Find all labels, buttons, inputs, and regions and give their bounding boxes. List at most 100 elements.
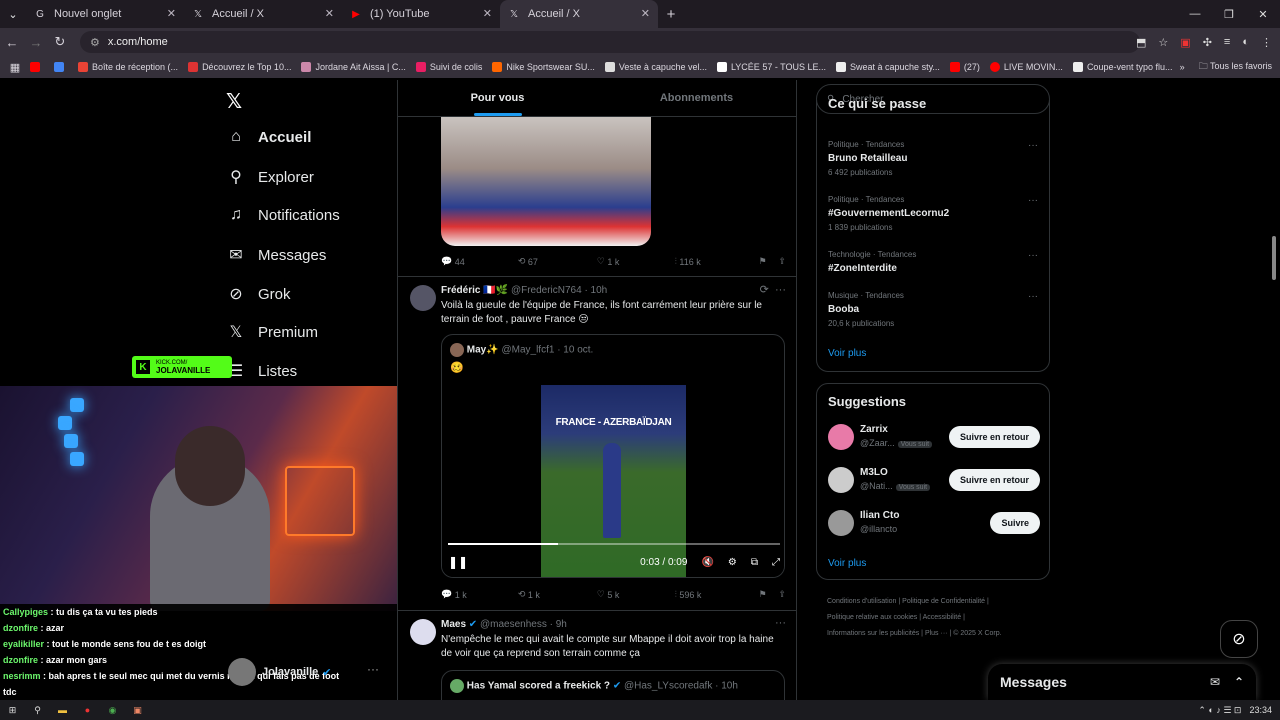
all-bookmarks-folder[interactable]: 🗀 Tous les favoris	[1199, 59, 1272, 75]
menu-icon[interactable]: ⋮	[1261, 36, 1272, 49]
messages-drawer[interactable]: Messages ✉ ⌃	[988, 664, 1256, 700]
bookmark[interactable]: LIVE MOVIN...	[989, 62, 1063, 72]
grok-fab-button[interactable]: ⊘	[1220, 620, 1258, 658]
pip-icon[interactable]: ⧉	[751, 557, 758, 568]
tab-close-icon[interactable]: ✕	[483, 7, 492, 20]
follow-button[interactable]: Suivre	[990, 512, 1040, 534]
install-icon[interactable]: ⬒	[1136, 36, 1146, 49]
sidebar-item-premium[interactable]: 𝕏 Premium	[226, 322, 318, 342]
fullscreen-icon[interactable]: ⤢	[772, 557, 780, 568]
settings-gear-icon[interactable]: ⚙	[728, 557, 737, 568]
footer-link[interactable]: Conditions d'utilisation	[827, 598, 896, 605]
like-button[interactable]: ♡ 1 k	[597, 256, 675, 267]
sidebar-item-home[interactable]: ⌂ Accueil	[226, 128, 311, 146]
sidebar-item-messages[interactable]: ✉ Messages	[226, 245, 326, 265]
restore-icon[interactable]: ❐	[1212, 0, 1246, 28]
more-icon[interactable]: ···	[1028, 250, 1038, 261]
bookmark[interactable]: LYCÉE 57 - TOUS LE...	[716, 62, 826, 72]
media-icon[interactable]: ≡	[1224, 36, 1230, 48]
scrollbar[interactable]	[1272, 236, 1276, 280]
mute-icon[interactable]: 🔇	[701, 557, 713, 568]
show-more-link[interactable]: Voir plus	[828, 348, 866, 359]
more-icon[interactable]: ···	[1028, 140, 1038, 151]
more-icon[interactable]: ···	[1028, 291, 1038, 302]
bookmark[interactable]	[54, 62, 68, 72]
account-switcher[interactable]: Jolavanille ✔ ···	[228, 654, 393, 690]
tab-2[interactable]: ▶ (1) YouTube ✕	[342, 0, 500, 28]
suggestion-item[interactable]: M3LO @Nati... Vous suit Suivre en retour	[828, 467, 1040, 497]
trend-item[interactable]: Technologie · Tendances #ZoneInterdite ···	[828, 250, 1038, 278]
follow-back-button[interactable]: Suivre en retour	[948, 469, 1040, 491]
footer-link[interactable]: Informations sur les publicités	[827, 630, 919, 637]
tab-close-icon[interactable]: ✕	[167, 7, 176, 20]
sidebar-item-explore[interactable]: ⚲ Explorer	[226, 167, 314, 187]
author-handle[interactable]: @FredericN764 · 10h	[511, 285, 607, 296]
trend-item[interactable]: Politique · Tendances Bruno Retailleau 6 4…	[828, 140, 1038, 177]
bookmark[interactable]: Nike Sportswear SU...	[492, 62, 595, 72]
avatar[interactable]	[828, 510, 854, 536]
reply-button[interactable]: 💬 44	[441, 256, 518, 267]
bookmark[interactable]: Boîte de réception (...	[78, 62, 178, 72]
video-progress[interactable]	[448, 543, 780, 545]
suggestion-item[interactable]: Zarrix @Zaar... Vous suit Suivre en retour	[828, 424, 1040, 454]
sidebar-item-lists[interactable]: ☰ Listes	[226, 361, 297, 381]
bookmark[interactable]: Sweat à capuche sty...	[836, 62, 940, 72]
sidebar-item-grok[interactable]: ⊘ Grok	[226, 284, 290, 304]
clock[interactable]: 23:34	[1249, 705, 1272, 715]
follow-back-button[interactable]: Suivre en retour	[948, 426, 1040, 448]
bookmark[interactable]	[30, 62, 44, 72]
quoted-post[interactable]: Has Yamal scored a freekick ? ✔ @Has_LYs…	[441, 670, 785, 700]
sidebar-item-notifications[interactable]: ♫ Notifications	[226, 206, 340, 224]
bookmark[interactable]: Découvrez le Top 10...	[188, 62, 291, 72]
x-logo-icon[interactable]: 𝕏	[226, 89, 242, 114]
bookmark[interactable]: Jordane Ait Aissa | C...	[301, 62, 406, 72]
tab-close-icon[interactable]: ✕	[325, 7, 334, 20]
reply-button[interactable]: 💬 1 k	[441, 589, 518, 600]
trend-item[interactable]: Musique · Tendances Booba 20,6 k publicati…	[828, 291, 1038, 328]
tab-close-icon[interactable]: ✕	[641, 7, 650, 20]
star-icon[interactable]: ☆	[1158, 36, 1168, 49]
bookmark[interactable]: Suivi de colis	[415, 62, 482, 72]
close-window-icon[interactable]: ✕	[1246, 0, 1280, 28]
windows-start-icon[interactable]: ⊞	[0, 705, 25, 716]
file-explorer-icon[interactable]: ▬	[50, 705, 75, 715]
more-icon[interactable]: ···	[1028, 195, 1038, 206]
avatar[interactable]	[828, 467, 854, 493]
author-name[interactable]: Maes	[441, 619, 466, 630]
suggestion-item[interactable]: Ilian Cto @illancto Suivre	[828, 510, 1040, 540]
bookmark-icon[interactable]: ⚑	[758, 256, 778, 267]
tab-search-button[interactable]: ⌄	[0, 0, 26, 28]
bookmark-icon[interactable]: ⚑	[758, 589, 778, 600]
app-icon[interactable]: ▣	[125, 705, 150, 716]
post-image[interactable]	[441, 117, 651, 246]
more-icon[interactable]: ···	[367, 662, 379, 676]
tab-following[interactable]: Abonnements	[597, 80, 796, 116]
repost-button[interactable]: ⟲ 1 k	[518, 589, 597, 600]
new-message-icon[interactable]: ✉	[1210, 675, 1220, 689]
search-icon[interactable]: ⚲	[25, 705, 50, 716]
footer-link[interactable]: Plus ···	[925, 630, 948, 637]
avatar[interactable]	[410, 285, 436, 311]
more-icon[interactable]: ⟳ ···	[760, 283, 786, 296]
avatar[interactable]	[828, 424, 854, 450]
forward-icon[interactable]: →	[24, 35, 48, 50]
tray-icons[interactable]: ⌃ ◐ ♪ ☰ ⊡	[1198, 705, 1241, 716]
reload-icon[interactable]: ↻	[48, 34, 72, 50]
footer-link[interactable]: Politique de Confidentialité	[902, 598, 985, 605]
chevron-up-icon[interactable]: ⌃	[1234, 675, 1244, 689]
quoted-post[interactable]: May✨ @May_lfcf1 · 10 oct. 🥴 FRANCE - AZE…	[441, 334, 785, 578]
chrome-icon[interactable]: ◉	[100, 705, 125, 716]
bookmark[interactable]: (27)	[949, 62, 980, 72]
profile-avatar-icon[interactable]: ◐	[1242, 36, 1249, 48]
extensions-puzzle-icon[interactable]: ✣	[1203, 36, 1212, 49]
tab-3[interactable]: 𝕏 Accueil / X ✕	[500, 0, 658, 28]
footer-link[interactable]: Accessibilité	[923, 614, 962, 621]
site-info-icon[interactable]: ⚙	[90, 36, 100, 49]
new-tab-button[interactable]: +	[658, 6, 684, 23]
more-icon[interactable]: ···	[775, 617, 786, 629]
opera-icon[interactable]: ●	[75, 705, 100, 715]
avatar[interactable]	[410, 619, 436, 645]
bookmark[interactable]: Veste à capuche vel...	[604, 62, 707, 72]
trend-item[interactable]: Politique · Tendances #GouvernementLecorn…	[828, 195, 1038, 232]
views-button[interactable]: ⫶ 116 k	[675, 256, 759, 267]
